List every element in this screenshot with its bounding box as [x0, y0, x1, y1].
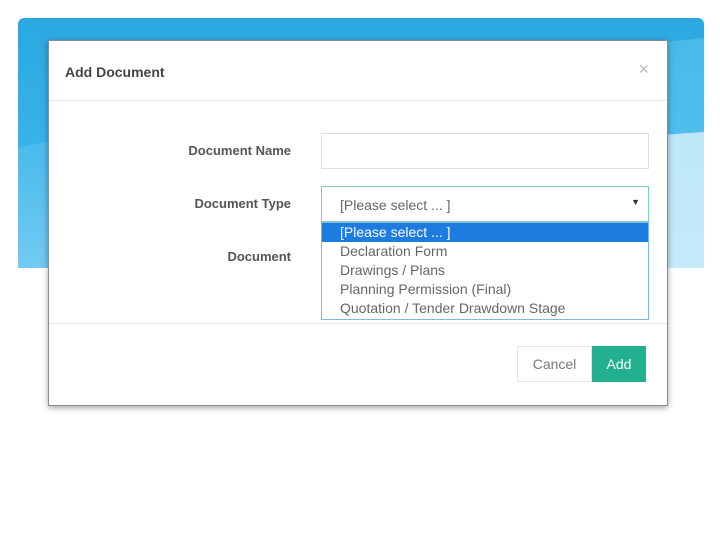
- close-icon[interactable]: ×: [638, 59, 649, 80]
- document-name-label: Document Name: [188, 143, 291, 158]
- document-label: Document: [227, 249, 291, 264]
- cancel-button[interactable]: Cancel: [517, 346, 592, 382]
- modal-footer: Cancel Add: [49, 323, 667, 407]
- modal-header: Add Document ×: [49, 41, 667, 101]
- document-type-select[interactable]: [Please select ... ] ▼: [321, 186, 649, 222]
- add-button[interactable]: Add: [592, 346, 646, 382]
- dropdown-option[interactable]: [Please select ... ]: [322, 223, 648, 242]
- dropdown-option[interactable]: Declaration Form: [322, 242, 648, 261]
- document-type-selected-value: [Please select ... ]: [340, 197, 451, 213]
- dropdown-option[interactable]: Quotation / Tender Drawdown Stage: [322, 299, 648, 318]
- modal-title: Add Document: [65, 64, 165, 80]
- dropdown-option[interactable]: Drawings / Plans: [322, 261, 648, 280]
- document-name-input[interactable]: [321, 133, 649, 169]
- document-type-label: Document Type: [194, 196, 291, 211]
- caret-down-icon: ▼: [631, 197, 640, 207]
- dropdown-option[interactable]: Planning Permission (Final): [322, 280, 648, 299]
- add-document-modal: Add Document × Document Name Document Ty…: [48, 40, 668, 406]
- document-type-dropdown-list: [Please select ... ] Declaration Form Dr…: [321, 222, 649, 320]
